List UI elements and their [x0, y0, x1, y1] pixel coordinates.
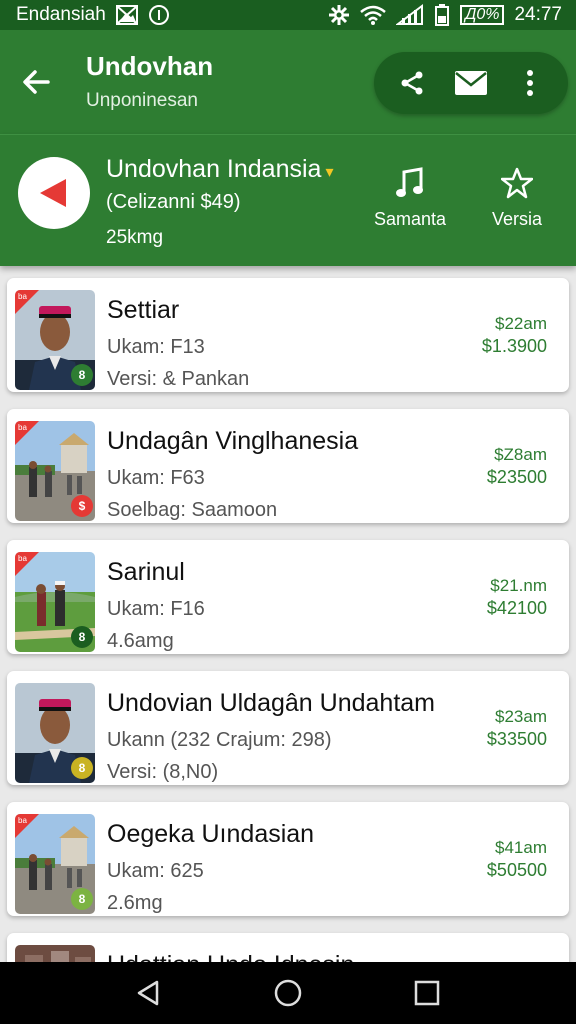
- item-title: Undovian Uldagân Undahtam: [107, 689, 435, 717]
- item-time: $41am: [495, 838, 547, 857]
- app-subtitle: Unponinesan: [86, 90, 198, 111]
- item-thumbnail: ba $: [15, 421, 95, 521]
- item-title: Sarinul: [107, 558, 185, 586]
- item-price: $50500: [486, 860, 547, 880]
- settings-gear-icon: [328, 4, 350, 26]
- list-item[interactable]: ba 8 Settiar Ukam: F13 Versi: & Pankan $22am $…: [7, 278, 569, 392]
- mail-button[interactable]: [447, 59, 495, 107]
- item-title: Undagân Vinglhanesia: [107, 427, 359, 455]
- play-triangle-icon: [40, 179, 66, 207]
- more-vert-icon: [527, 70, 534, 96]
- item-detail: Ukam: 625: [107, 860, 204, 882]
- item-thumbnail: ba 8: [15, 552, 95, 652]
- flame-icon: ▾: [325, 164, 334, 181]
- status-bar: Endansiah Д0% 24:77: [0, 0, 576, 30]
- nav-home-button[interactable]: [264, 969, 312, 1017]
- item-meta: Versi: (8,N0): [107, 761, 219, 783]
- item-title: Oegeka Uındasian: [107, 820, 315, 848]
- nav-back-icon: [138, 980, 159, 1006]
- list-item[interactable]: ba 8 Sarinul Ukam: F16 4.6amg $21.nm $42100: [7, 540, 569, 654]
- nav-home-icon: [274, 979, 302, 1007]
- item-thumbnail: [15, 945, 95, 962]
- item-price: $1.3900: [481, 336, 547, 356]
- battery-percent: Д0%: [460, 5, 505, 25]
- header-size: 25kmg: [106, 227, 164, 248]
- item-detail: Ukam: F13: [107, 336, 205, 358]
- item-time: $Z8am: [494, 445, 547, 464]
- item-list: ba 8 Settiar Ukam: F13 Versi: & Pankan $22am $…: [0, 266, 576, 962]
- item-detail: Ukam: F16: [107, 598, 205, 620]
- list-item[interactable]: Udattian Undo Idnesin: [7, 933, 569, 962]
- item-thumbnail: ba 8: [15, 814, 95, 914]
- star-icon: [501, 167, 533, 199]
- item-detail: Ukam: F63: [107, 467, 205, 489]
- clock: 24:77: [514, 4, 562, 25]
- nav-recents-button[interactable]: [403, 969, 451, 1017]
- item-time: $22am: [495, 314, 547, 333]
- samanta-button[interactable]: Samanta: [365, 167, 455, 230]
- header-card: Undovhan Indansia ▾ (Celizanni $49) 25kmg…: [0, 134, 576, 266]
- list-item[interactable]: ba $ Undagân Vinglhanesia Ukam: F63 Soelbag:…: [7, 409, 569, 523]
- mail-icon: [454, 71, 487, 95]
- item-time: $21.nm: [490, 576, 547, 595]
- item-price: $33500: [486, 729, 547, 749]
- item-detail: Ukann (232 Crajum: 298): [107, 729, 332, 751]
- action-pill: [374, 52, 568, 114]
- versia-label: Versia: [491, 209, 543, 229]
- play-button[interactable]: [18, 157, 90, 229]
- more-options-button[interactable]: [506, 59, 554, 107]
- list-item[interactable]: 8 Undovian Uldagân Undahtam Ukann (232 Cra…: [7, 671, 569, 785]
- list-item[interactable]: ba 8 Oegeka Uındasian Ukam: 625 2.6mg $41am $5…: [7, 802, 569, 916]
- corner-ribbon-label: ba: [18, 292, 27, 301]
- item-meta: 4.6amg: [107, 630, 174, 652]
- item-title: Udattian Undo Idnesin: [107, 951, 354, 962]
- nav-recents-icon: [414, 980, 439, 1006]
- corner-ribbon-label: ba: [18, 554, 27, 563]
- back-arrow-icon: [23, 70, 50, 94]
- nav-back-button[interactable]: [125, 969, 173, 1017]
- samanta-label: Samanta: [373, 209, 447, 229]
- header-title: Undovhan Indansia ▾: [106, 155, 334, 183]
- versia-button[interactable]: Versia: [472, 167, 562, 230]
- share-button[interactable]: [388, 59, 436, 107]
- item-thumbnail: ba 8: [15, 290, 95, 390]
- item-thumbnail: 8: [15, 683, 95, 783]
- item-price: $23500: [486, 467, 547, 487]
- info-circle-icon: [148, 4, 170, 26]
- item-badge: $: [71, 495, 93, 517]
- item-meta: 2.6mg: [107, 892, 163, 914]
- item-badge: 8: [71, 888, 93, 910]
- item-badge: 8: [71, 757, 93, 779]
- app-title: Undovhan: [86, 51, 214, 81]
- item-badge: 8: [71, 364, 93, 386]
- item-meta: Soelbag: Saamoon: [107, 499, 278, 521]
- battery-icon: [434, 4, 450, 26]
- item-time: $23am: [495, 707, 547, 726]
- corner-ribbon-label: ba: [18, 423, 27, 432]
- wifi-icon: [360, 5, 386, 25]
- image-icon: [115, 5, 138, 25]
- item-title: Settiar: [107, 296, 180, 324]
- corner-ribbon-label: ba: [18, 816, 27, 825]
- back-button[interactable]: [16, 62, 56, 102]
- signal-icon: [396, 4, 424, 26]
- share-icon: [401, 71, 423, 95]
- music-note-icon: [396, 167, 423, 197]
- nav-bar: [0, 962, 576, 1024]
- carrier-label: Endansiah: [16, 4, 106, 25]
- app-bar: Undovhan Unponinesan: [0, 30, 576, 134]
- item-meta: Versi: & Pankan: [107, 368, 250, 390]
- item-price: $42100: [486, 598, 547, 618]
- item-badge: 8: [71, 626, 93, 648]
- header-subtitle: (Celizanni $49): [106, 191, 241, 213]
